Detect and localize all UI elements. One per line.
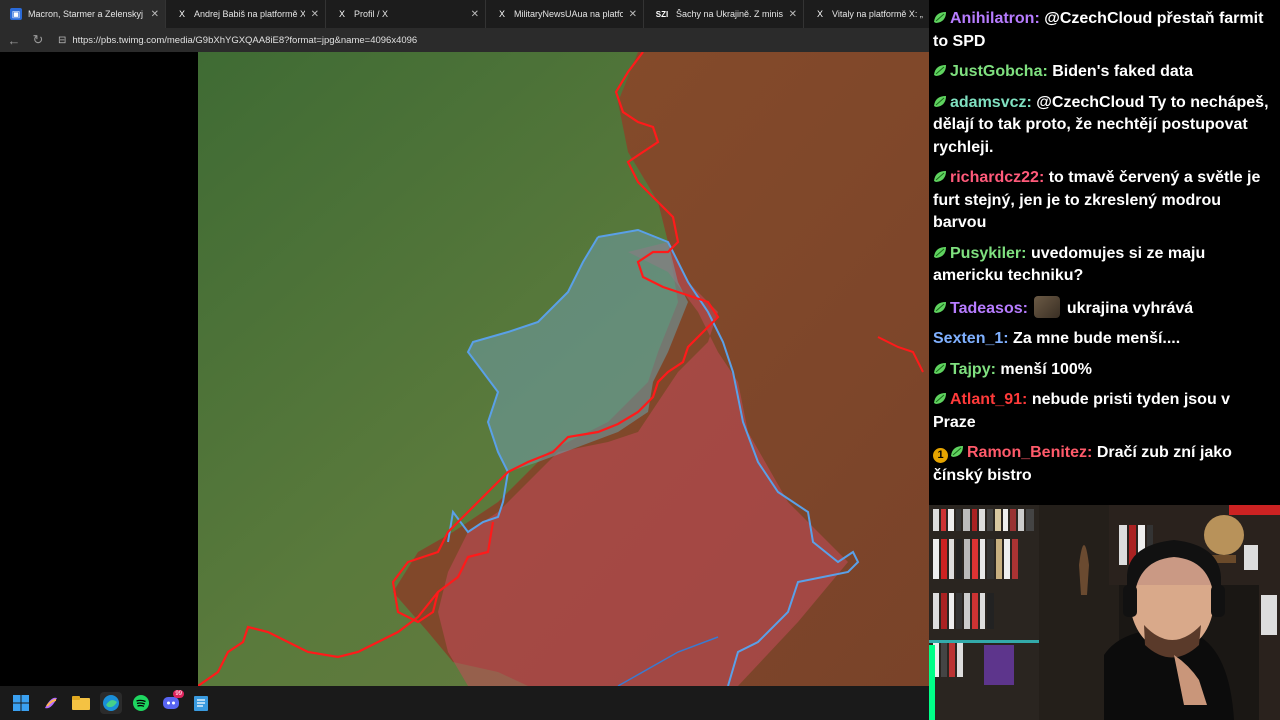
tab-sachy[interactable]: SZI Šachy na Ukrajině. Z ministra obra ✕: [644, 0, 804, 28]
chat-message: adamsvcz: @CzechCloud Ty to nechápeš, dě…: [933, 92, 1276, 160]
leaf-badge-icon: [950, 443, 965, 457]
chat-message: Pusykiler: uvedomujes si ze maju americk…: [933, 243, 1276, 288]
chat-username[interactable]: Sexten_1: [933, 330, 1003, 347]
edge-icon[interactable]: [100, 692, 122, 714]
close-icon[interactable]: ✕: [311, 9, 319, 20]
chat-separator: :: [1003, 330, 1009, 347]
chat-separator: :: [1022, 391, 1028, 408]
file-explorer-icon[interactable]: [70, 692, 92, 714]
chat-username[interactable]: Anihilatron: [950, 10, 1034, 27]
windows-start-icon[interactable]: [10, 692, 32, 714]
x-favicon: X: [498, 9, 505, 19]
leaf-badge-icon: [933, 390, 948, 404]
leaf-badge-icon: [933, 93, 948, 107]
tab-vitaly[interactable]: X Vitaly na platformě X: „The gla: [804, 0, 929, 28]
tab-label: Profil / X: [354, 9, 389, 19]
leaf-badge-icon: [933, 244, 948, 258]
chat-username[interactable]: JustGobcha: [950, 63, 1042, 80]
tab-profil[interactable]: X Profil / X ✕: [326, 0, 486, 28]
chat-username[interactable]: Ramon_Benitez: [967, 444, 1087, 461]
close-icon[interactable]: ✕: [789, 9, 797, 20]
chat-separator: :: [1042, 63, 1048, 80]
close-icon[interactable]: ✕: [471, 9, 479, 20]
url-text: https://pbs.twimg.com/media/G9bXhYGXQAA8…: [72, 34, 418, 46]
leaf-badge-icon: [933, 62, 948, 76]
webcam-feed: [929, 505, 1280, 720]
tab-label: Vitaly na platformě X: „The gla: [832, 9, 923, 19]
close-icon[interactable]: ✕: [151, 9, 159, 20]
windows-taskbar: 99: [0, 686, 929, 720]
back-icon[interactable]: ←: [4, 30, 24, 50]
spotify-icon[interactable]: [130, 692, 152, 714]
tab-label: Šachy na Ukrajině. Z ministra obra: [676, 9, 783, 19]
x-favicon: X: [178, 9, 185, 19]
page-viewport: [0, 52, 929, 686]
url-field[interactable]: ⊟ https://pbs.twimg.com/media/G9bXhYGXQA…: [58, 31, 921, 49]
chat-username[interactable]: Pusykiler: [950, 245, 1021, 262]
x-favicon: X: [338, 9, 345, 19]
notification-badge: 99: [173, 690, 184, 698]
tab-label: MilitaryNewsUAua na platforme: [514, 9, 623, 19]
chat-text: Za mne bude menší....: [1013, 330, 1181, 347]
reload-icon[interactable]: ↻: [28, 30, 48, 50]
tab-militarynews[interactable]: X MilitaryNewsUAua na platforme ✕: [486, 0, 644, 28]
chat-text: ukrajina vyhrává: [1066, 299, 1194, 317]
chat-separator: :: [990, 360, 996, 378]
webcam-image: [929, 505, 1280, 720]
chat-username[interactable]: Tadeasos: [950, 300, 1023, 317]
close-icon[interactable]: ✕: [629, 9, 637, 20]
leaf-badge-icon: [933, 9, 948, 23]
chat-username[interactable]: Tajpy: [950, 361, 991, 378]
chat-message: 1 Ramon_Benitez: Dračí zub zní jako čínsk…: [933, 442, 1276, 487]
leaf-badge-icon: [933, 360, 948, 374]
browser-window: ▣ Macron, Starmer a Zelenskyj pode ✕ X A…: [0, 0, 929, 686]
chat-message: Tajpy: menší 100%: [933, 359, 1276, 382]
address-bar: ← ↻ ⊟ https://pbs.twimg.com/media/G9bXhY…: [0, 28, 929, 52]
site-info-icon[interactable]: ⊟: [58, 35, 66, 46]
leaf-badge-icon: [933, 168, 948, 182]
tab-label: Macron, Starmer a Zelenskyj pode: [28, 9, 145, 19]
szi-favicon: SZI: [655, 9, 669, 19]
chat-separator: :: [1021, 244, 1027, 262]
tab-label: Andrej Babiš na platformě X: „Dne: [194, 9, 305, 19]
tab-bar: ▣ Macron, Starmer a Zelenskyj pode ✕ X A…: [0, 0, 929, 28]
chat-username[interactable]: Atlant_91: [950, 391, 1022, 408]
chat-username[interactable]: adamsvcz: [950, 94, 1027, 111]
leaf-badge-icon: [933, 299, 948, 313]
chat-separator: :: [1026, 93, 1032, 111]
chat-message: Anihilatron: @CzechCloud přestaň farmit …: [933, 8, 1276, 53]
chat-separator: :: [1034, 10, 1040, 27]
news-favicon: ▣: [10, 8, 22, 20]
x-favicon: X: [816, 9, 823, 19]
chat-separator: :: [1087, 444, 1093, 461]
bear-emote-icon: [1034, 295, 1061, 318]
screen: ▣ Macron, Starmer a Zelenskyj pode ✕ X A…: [0, 0, 1280, 720]
chat-text: Biden's faked data: [1052, 63, 1193, 80]
chat-text: menší 100%: [1000, 360, 1092, 378]
copilot-icon[interactable]: [40, 692, 62, 714]
tab-macron[interactable]: ▣ Macron, Starmer a Zelenskyj pode ✕: [0, 0, 166, 28]
chat-message: Sexten_1: Za mne bude menší....: [933, 328, 1276, 351]
tab-babis[interactable]: X Andrej Babiš na platformě X: „Dne ✕: [166, 0, 326, 28]
stream-chat: Anihilatron: @CzechCloud přestaň farmit …: [929, 0, 1280, 505]
notepad-icon[interactable]: [190, 692, 212, 714]
chat-separator: :: [1022, 299, 1028, 317]
chat-username[interactable]: richardcz22: [950, 169, 1039, 186]
chat-message: Tadeasos: ukrajina vyhrává: [933, 295, 1276, 321]
chat-message: richardcz22: to tmavě červený a světle j…: [933, 167, 1276, 235]
chat-message: Atlant_91: nebude pristi tyden jsou v Pr…: [933, 389, 1276, 434]
coin-badge-icon: 1: [933, 448, 948, 463]
discord-icon[interactable]: 99: [160, 690, 184, 714]
frontline-map-image[interactable]: [198, 52, 929, 686]
chat-message: JustGobcha: Biden's faked data: [933, 61, 1276, 84]
chat-separator: :: [1038, 169, 1045, 186]
